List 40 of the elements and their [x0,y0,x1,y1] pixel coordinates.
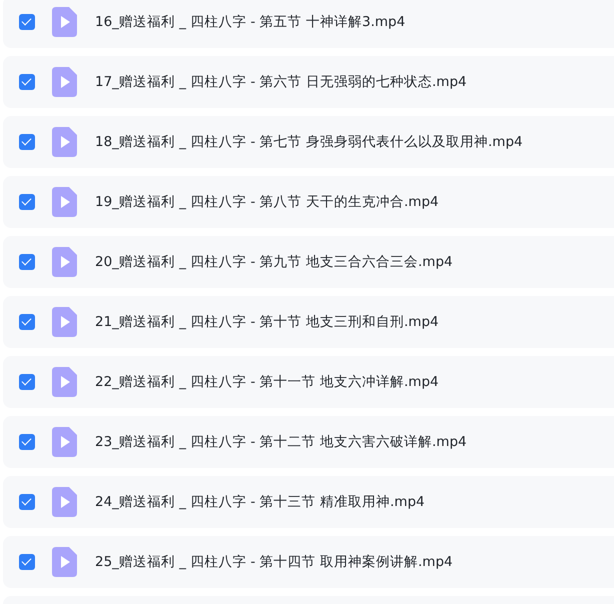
file-row[interactable]: 25_赠送福利 _ 四柱八字 - 第十四节 取用神案例讲解.mp4 [3,536,614,588]
file-name: 18_赠送福利 _ 四柱八字 - 第七节 身强身弱代表什么以及取用神.mp4 [95,133,523,151]
checkbox[interactable] [19,554,35,570]
checkbox[interactable] [19,434,35,450]
video-file-icon [52,187,77,217]
file-name: 23_赠送福利 _ 四柱八字 - 第十二节 地支六害六破详解.mp4 [95,433,467,451]
file-name: 21_赠送福利 _ 四柱八字 - 第十节 地支三刑和自刑.mp4 [95,313,439,331]
checkbox[interactable] [19,374,35,390]
file-name: 22_赠送福利 _ 四柱八字 - 第十一节 地支六冲详解.mp4 [95,373,439,391]
video-file-icon [52,247,77,277]
file-row[interactable]: 16_赠送福利 _ 四柱八字 - 第五节 十神详解3.mp4 [3,0,614,48]
video-file-icon [52,487,77,517]
video-file-icon [52,7,77,37]
file-name: 17_赠送福利 _ 四柱八字 - 第六节 日无强弱的七种状态.mp4 [95,73,467,91]
file-name: 20_赠送福利 _ 四柱八字 - 第九节 地支三合六合三会.mp4 [95,253,453,271]
file-row[interactable]: 20_赠送福利 _ 四柱八字 - 第九节 地支三合六合三会.mp4 [3,236,614,288]
file-row[interactable]: 19_赠送福利 _ 四柱八字 - 第八节 天干的生克冲合.mp4 [3,176,614,228]
checkbox[interactable] [19,254,35,270]
file-row[interactable]: 22_赠送福利 _ 四柱八字 - 第十一节 地支六冲详解.mp4 [3,356,614,408]
file-row[interactable]: 24_赠送福利 _ 四柱八字 - 第十三节 精准取用神.mp4 [3,476,614,528]
file-name: 24_赠送福利 _ 四柱八字 - 第十三节 精准取用神.mp4 [95,493,425,511]
checkbox[interactable] [19,14,35,30]
checkbox[interactable] [19,194,35,210]
file-row[interactable]: 18_赠送福利 _ 四柱八字 - 第七节 身强身弱代表什么以及取用神.mp4 [3,116,614,168]
video-file-icon [52,427,77,457]
checkbox[interactable] [19,494,35,510]
file-name: 25_赠送福利 _ 四柱八字 - 第十四节 取用神案例讲解.mp4 [95,553,453,571]
checkbox[interactable] [19,314,35,330]
video-file-icon [52,127,77,157]
video-file-icon [52,67,77,97]
file-row[interactable]: 21_赠送福利 _ 四柱八字 - 第十节 地支三刑和自刑.mp4 [3,296,614,348]
file-row[interactable]: 23_赠送福利 _ 四柱八字 - 第十二节 地支六害六破详解.mp4 [3,416,614,468]
file-row[interactable]: 17_赠送福利 _ 四柱八字 - 第六节 日无强弱的七种状态.mp4 [3,56,614,108]
checkbox[interactable] [19,134,35,150]
video-file-icon [52,307,77,337]
file-name: 16_赠送福利 _ 四柱八字 - 第五节 十神详解3.mp4 [95,13,406,31]
video-file-icon [52,367,77,397]
checkbox[interactable] [19,74,35,90]
file-name: 19_赠送福利 _ 四柱八字 - 第八节 天干的生克冲合.mp4 [95,193,439,211]
video-file-icon [52,547,77,577]
